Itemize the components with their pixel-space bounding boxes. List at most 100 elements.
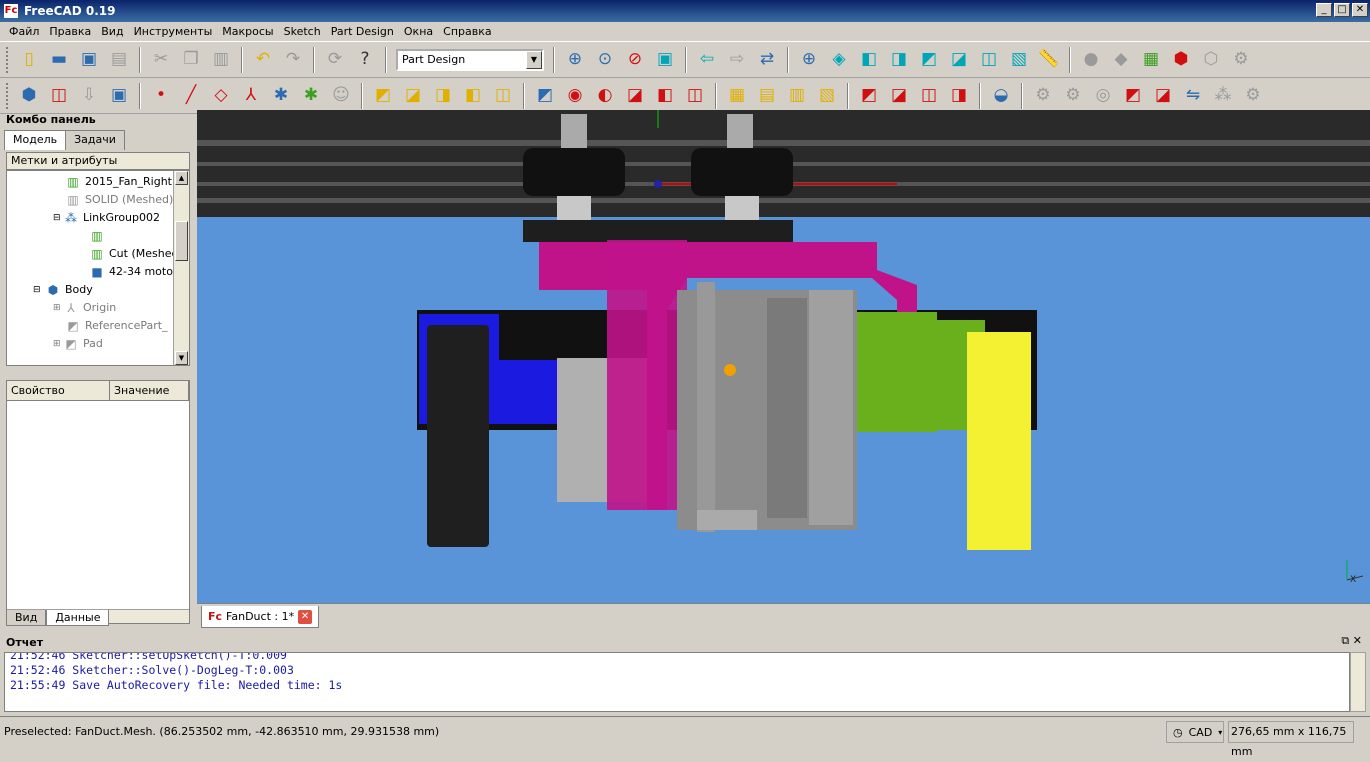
- tree-item[interactable]: ▥ SOLID (Meshed): [65, 191, 173, 209]
- hole-icon[interactable]: ◉: [563, 84, 587, 108]
- v-wheel[interactable]: [691, 148, 793, 196]
- involute-gear-icon[interactable]: ⚙: [1061, 84, 1085, 108]
- collapse-icon[interactable]: ⊟: [33, 281, 45, 299]
- multitransform-icon[interactable]: ▧: [815, 84, 839, 108]
- left-fan-shroud[interactable]: [427, 325, 489, 547]
- rear-view-icon[interactable]: ◪: [947, 48, 971, 72]
- front-view-icon[interactable]: ◧: [857, 48, 881, 72]
- prop-header-value[interactable]: Значение: [110, 381, 189, 400]
- draft-icon[interactable]: ◫: [917, 84, 941, 108]
- minimize-button[interactable]: _: [1316, 3, 1332, 17]
- create-part-icon[interactable]: ◫: [47, 84, 71, 108]
- redo-icon[interactable]: ↷: [281, 48, 305, 72]
- fillet-icon[interactable]: ◩: [857, 84, 881, 108]
- part-icon[interactable]: ⚙: [1229, 48, 1253, 72]
- draw-style-icon[interactable]: ⊘: [623, 48, 647, 72]
- float-close-icon[interactable]: ⧉ ✕: [1341, 634, 1362, 648]
- revolve-icon[interactable]: ◪: [401, 84, 425, 108]
- undo-icon[interactable]: ↶: [251, 48, 275, 72]
- bottom-view-icon[interactable]: ◫: [977, 48, 1001, 72]
- measure2-icon[interactable]: ⚙: [1241, 84, 1265, 108]
- isometric-icon[interactable]: ◈: [827, 48, 851, 72]
- bounding-box-icon[interactable]: ▣: [653, 48, 677, 72]
- shaft-icon[interactable]: ◎: [1091, 84, 1115, 108]
- chamfer-icon[interactable]: ◪: [887, 84, 911, 108]
- tree-item[interactable]: ■ 42-34 motor: [89, 263, 177, 281]
- model-tree[interactable]: ▥ 2015_Fan_Right ▥ SOLID (Meshed) ⊟ ⁂ LinkGr…: [6, 170, 190, 366]
- document-tab[interactable]: Fc FanDuct : 1* ✕: [201, 606, 320, 628]
- tree-item[interactable]: ▥: [89, 227, 109, 245]
- collapse-icon[interactable]: ⊟: [53, 209, 63, 227]
- yellow-part[interactable]: [967, 332, 1031, 550]
- additive-primitive-icon[interactable]: ◫: [491, 84, 515, 108]
- measure-icon[interactable]: 📏: [1037, 48, 1061, 72]
- shape-binder-icon[interactable]: ✱: [269, 84, 293, 108]
- chamfer2-icon[interactable]: ◩: [1121, 84, 1145, 108]
- body-icon[interactable]: ⬢: [17, 84, 41, 108]
- scroll-up-icon[interactable]: ▲: [175, 171, 188, 185]
- v-wheel[interactable]: [523, 148, 625, 196]
- polar-pattern-icon[interactable]: ▥: [785, 84, 809, 108]
- scroll-down-icon[interactable]: ▼: [175, 351, 188, 365]
- link-icon[interactable]: ⬢: [1169, 48, 1193, 72]
- maximize-button[interactable]: □: [1334, 3, 1350, 17]
- linear-pattern-icon[interactable]: ▤: [755, 84, 779, 108]
- tree-item[interactable]: ▥ 2015_Fan_Right: [65, 173, 172, 191]
- import-icon[interactable]: ⇩: [77, 84, 101, 108]
- clone-body-icon[interactable]: ☺: [329, 84, 353, 108]
- paste-icon[interactable]: ▥: [209, 48, 233, 72]
- parts-icon[interactable]: ▦: [1139, 48, 1163, 72]
- clone-icon[interactable]: ▣: [107, 84, 131, 108]
- print-icon[interactable]: ▤: [107, 48, 131, 72]
- plane-icon[interactable]: ◇: [209, 84, 233, 108]
- tree-item[interactable]: ⊞ ◩ Pad: [53, 335, 103, 353]
- tree-item[interactable]: ◩ ReferencePart_: [65, 317, 167, 335]
- report-scrollbar[interactable]: [1350, 652, 1366, 712]
- open-icon[interactable]: ▬: [47, 48, 71, 72]
- report-output[interactable]: 21:52:46 Sketcher::setUpSketch()-T:0.009…: [4, 652, 1350, 712]
- subtractive-loft-icon[interactable]: ◪: [623, 84, 647, 108]
- 3d-viewport[interactable]: X: [197, 110, 1370, 603]
- refresh-icon[interactable]: ⟳: [323, 48, 347, 72]
- tree-item[interactable]: ⊟ ⬢ Body: [33, 281, 93, 299]
- tab-model[interactable]: Модель: [4, 130, 67, 150]
- tab-data[interactable]: Данные: [46, 610, 110, 626]
- prop-header-property[interactable]: Свойство: [7, 381, 110, 400]
- tab-view[interactable]: Вид: [6, 610, 47, 626]
- fillet2-icon[interactable]: ◪: [1151, 84, 1175, 108]
- mirror2-icon[interactable]: ⇋: [1181, 84, 1205, 108]
- back-icon[interactable]: ⇦: [695, 48, 719, 72]
- mirrored-icon[interactable]: ▦: [725, 84, 749, 108]
- menu-help[interactable]: Справка: [438, 25, 496, 38]
- close-button[interactable]: ✕: [1352, 3, 1368, 17]
- sprocket-icon[interactable]: ⚙: [1031, 84, 1055, 108]
- pattern2-icon[interactable]: ⁂: [1211, 84, 1235, 108]
- line-icon[interactable]: ╱: [179, 84, 203, 108]
- workbench-selector[interactable]: Part Design ▼: [396, 48, 544, 71]
- workbench-nav-icon[interactable]: ⇄: [755, 48, 779, 72]
- carriage-plate[interactable]: [523, 220, 793, 242]
- fit-selection-icon[interactable]: ⊙: [593, 48, 617, 72]
- coord-system-icon[interactable]: ⅄: [239, 84, 263, 108]
- close-tab-icon[interactable]: ✕: [298, 609, 313, 624]
- fit-all-icon[interactable]: ⊕: [563, 48, 587, 72]
- zoom-icon[interactable]: ⊕: [797, 48, 821, 72]
- new-icon[interactable]: ▯: [17, 48, 41, 72]
- subtractive-pipe-icon[interactable]: ◧: [653, 84, 677, 108]
- pipe-icon[interactable]: ◧: [461, 84, 485, 108]
- sphere-icon[interactable]: ●: [1079, 48, 1103, 72]
- pad-icon[interactable]: ◩: [371, 84, 395, 108]
- save-icon[interactable]: ▣: [77, 48, 101, 72]
- menu-file[interactable]: Файл: [4, 25, 44, 38]
- 3d-scene[interactable]: X: [197, 110, 1370, 603]
- menu-view[interactable]: Вид: [96, 25, 128, 38]
- expand-icon[interactable]: ⊞: [53, 299, 63, 317]
- boolean-icon[interactable]: ◒: [989, 84, 1013, 108]
- subtractive-primitive-icon[interactable]: ◫: [683, 84, 707, 108]
- tree-item[interactable]: ▥ Cut (Meshed: [89, 245, 178, 263]
- tab-tasks[interactable]: Задачи: [65, 130, 125, 150]
- top-view-icon[interactable]: ◨: [887, 48, 911, 72]
- diamond-icon[interactable]: ◆: [1109, 48, 1133, 72]
- right-view-icon[interactable]: ◩: [917, 48, 941, 72]
- subshape-binder-icon[interactable]: ✱: [299, 84, 323, 108]
